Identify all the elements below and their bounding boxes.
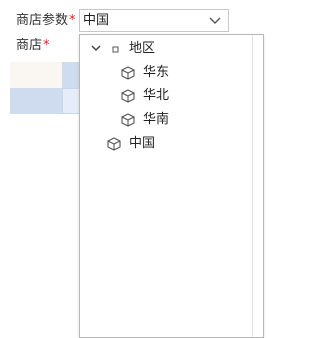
chevron-down-icon[interactable]	[208, 15, 222, 27]
tree-node-label: 华北	[143, 88, 170, 103]
cube-icon	[121, 89, 135, 103]
square-bullet-icon	[112, 46, 119, 53]
tree-node-china[interactable]: 中国	[80, 134, 250, 154]
cube-icon	[121, 113, 135, 127]
report-parameter-panel: 商店参数* 中国 商店* 地区 华东 华北 华南 中国	[0, 0, 264, 338]
grid-cell	[62, 62, 80, 88]
cube-icon	[107, 137, 121, 151]
grid-cell	[10, 88, 62, 114]
chevron-down-icon[interactable]	[90, 42, 102, 54]
required-mark: *	[69, 13, 76, 28]
tree-node-east-china[interactable]: 华东	[80, 63, 250, 83]
tree-node-south-china[interactable]: 华南	[80, 110, 250, 130]
store-param-selected-value: 中国	[83, 13, 110, 28]
store-param-label: 商店参数*	[16, 12, 76, 30]
tree-node-north-china[interactable]: 华北	[80, 86, 250, 106]
tree-node-label: 华东	[143, 65, 170, 80]
dropdown-scrollbar[interactable]	[252, 35, 263, 337]
store-tree-dropdown[interactable]: 地区 华东 华北 华南 中国	[79, 34, 264, 338]
store-label-text: 商店	[16, 38, 43, 53]
tree-node-label: 中国	[129, 136, 156, 151]
tree-node-label: 华南	[143, 112, 170, 127]
tree-node-region[interactable]: 地区	[80, 39, 250, 59]
cube-icon	[121, 66, 135, 80]
store-param-select[interactable]: 中国	[79, 9, 229, 32]
store-param-label-text: 商店参数	[16, 13, 69, 28]
required-mark: *	[43, 38, 50, 53]
grid-cell	[62, 88, 80, 114]
tree-node-label: 地区	[129, 41, 156, 56]
grid-cell	[10, 62, 62, 88]
store-label: 商店*	[16, 37, 50, 55]
